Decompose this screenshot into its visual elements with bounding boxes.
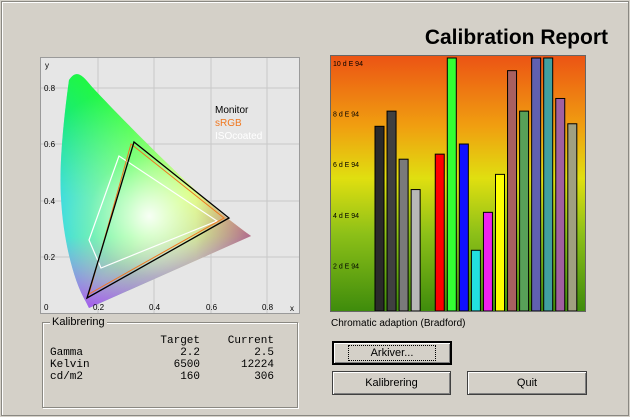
archive-button[interactable]: Arkiver... [332,341,452,365]
row-target: 6500 [173,359,200,371]
chart-caption: Chromatic adaption (Bradford) [331,318,466,329]
bar [470,249,481,311]
row-target: 160 [180,371,200,383]
y-tick-label: 6 d E 94 [333,162,359,169]
legend-isocoated: ISOcoated [215,131,263,142]
bar-chart-svg: 10 d E 94 8 d E 94 6 d E 94 4 d E 94 2 d E 9… [333,57,578,311]
y-tick: 0 [44,303,49,312]
bar [374,125,385,311]
bar [410,189,421,311]
cie-gamut-chart: y x 0.8 0.6 0.4 0.2 0 0.2 0.4 0.6 0.8 Mo… [40,57,300,314]
gamut-legend: Monitor sRGB ISOcoated [215,104,262,143]
row-label: cd/m2 [50,371,84,383]
row-current: 2.5 [254,347,274,359]
legend-monitor: Monitor [215,105,249,116]
x-tick: 0.4 [149,303,161,312]
bar [543,57,554,311]
archive-button-label: Arkiver... [347,345,437,361]
y-tick: 0.6 [44,140,56,149]
y-tick-label: 10 d E 94 [333,61,363,68]
row-label: Gamma [50,347,84,359]
y-tick: 0.4 [44,197,56,206]
table-row: cd/m2 160 306 [50,371,290,383]
x-tick: 0.2 [93,303,105,312]
y-tick-label: 2 d E 94 [333,263,359,270]
bar [531,57,542,311]
calibration-table: Target Current Gamma 2.2 2.5 Kelvin 6500… [50,335,290,383]
bar [458,143,469,311]
bar [482,211,493,311]
y-tick: 0.8 [44,84,56,93]
bar [567,123,578,311]
legend-srgb: sRGB [215,118,242,129]
y-tick-label: 8 d E 94 [333,112,359,119]
row-current: 306 [254,371,274,383]
bar [495,173,505,311]
bar [555,97,566,311]
row-label: Kelvin [50,359,90,371]
table-row: Kelvin 6500 12224 [50,359,290,371]
row-target: 2.2 [180,347,200,359]
delta-e-bar-chart: 10 d E 94 8 d E 94 6 d E 94 4 d E 94 2 d E 9… [330,55,586,312]
page-title: Calibration Report [424,26,608,49]
group-title: Kalibrering [50,316,107,328]
row-current: 12224 [240,359,274,371]
bar [446,57,457,311]
bar [519,110,530,311]
y-axis-label: y [45,61,49,70]
table-header: Target Current [50,335,290,347]
y-tick-label: 4 d E 94 [333,213,359,220]
table-row: Gamma 2.2 2.5 [50,347,290,359]
x-tick: 0.6 [206,303,218,312]
bar [398,158,409,311]
bar [386,110,397,311]
header-current: Current [227,335,274,347]
spectral-locus [60,74,252,308]
y-tick: 0.2 [44,253,56,262]
calibrate-button[interactable]: Kalibrering [332,371,451,395]
quit-button[interactable]: Quit [467,371,587,395]
x-tick: 0.8 [262,303,274,312]
bar [507,70,518,311]
header-target: Target [160,335,200,347]
x-axis-label: x [290,304,294,313]
bar [434,153,445,311]
cie-diagram-svg: y x 0.8 0.6 0.4 0.2 0 0.2 0.4 0.6 0.8 [41,58,299,313]
